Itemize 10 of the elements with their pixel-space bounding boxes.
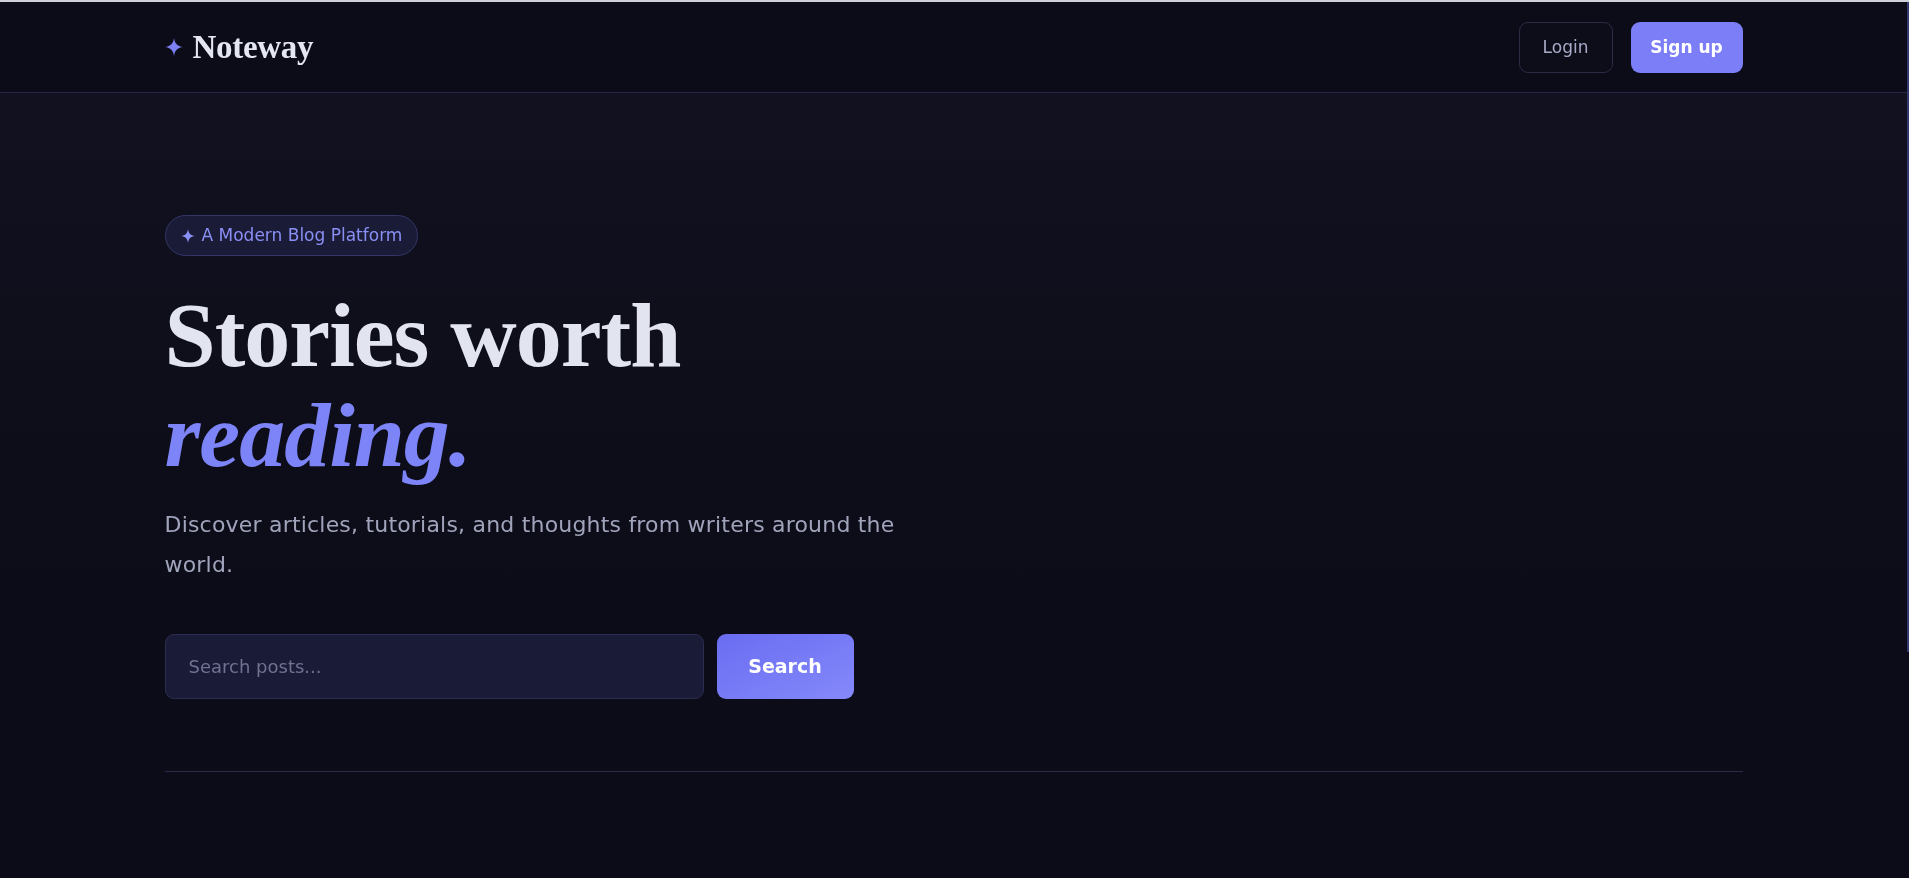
badge-text: A Modern Blog Platform (201, 223, 403, 247)
scrollbar-thumb[interactable] (1907, 2, 1909, 652)
login-button[interactable]: Login (1518, 21, 1613, 73)
logo-text[interactable]: Noteway (192, 30, 314, 64)
hero-heading: Stories worth reading. (164, 285, 681, 485)
search-button[interactable]: Search (716, 634, 854, 699)
sparkle-logo-icon (164, 38, 183, 56)
sparkle-icon (180, 228, 195, 243)
hero-description: Discover articles, tutorials, and thoughts from writers around the world. (164, 511, 896, 579)
search-field[interactable]: Search posts... (164, 634, 704, 699)
